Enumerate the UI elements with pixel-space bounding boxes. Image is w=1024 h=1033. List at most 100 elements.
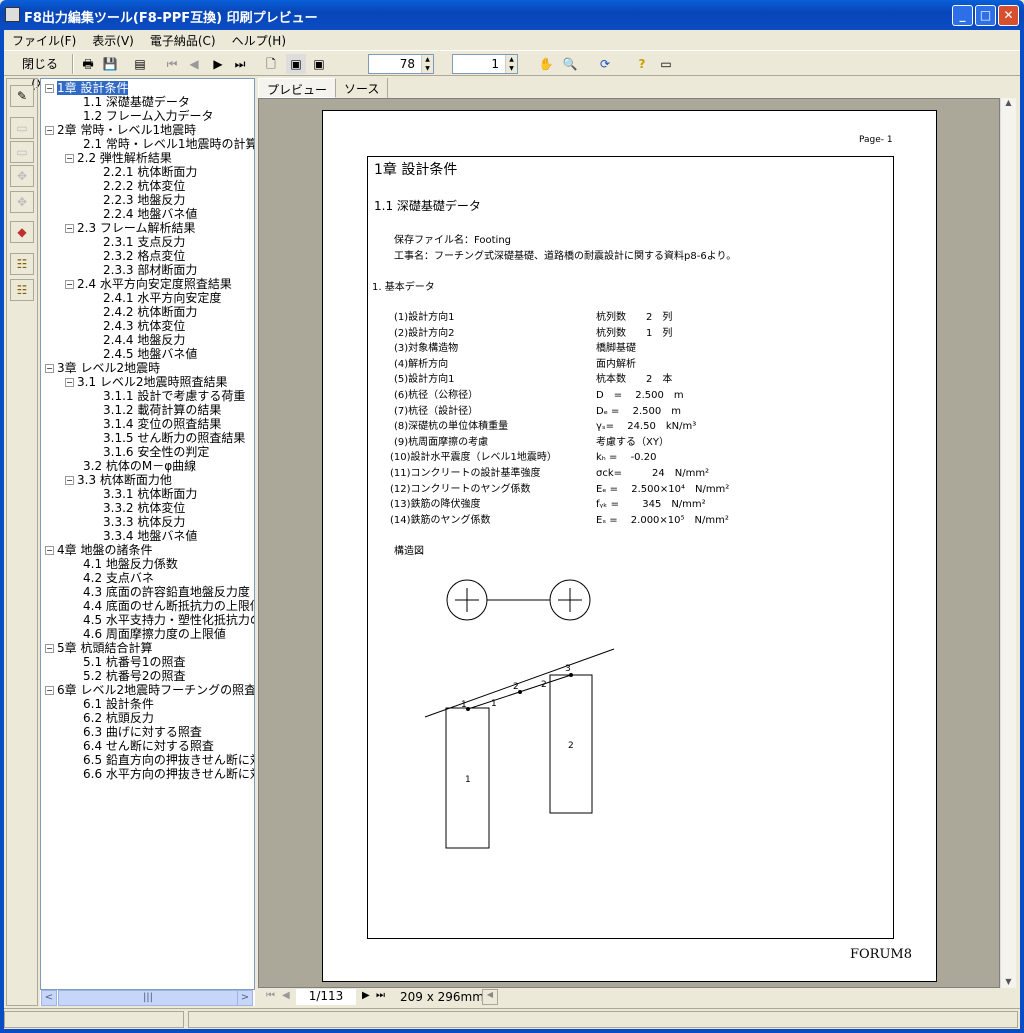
tree-item[interactable]: 3.1.6 安全性の判定: [103, 445, 209, 459]
export-icon[interactable]: ▤: [130, 54, 150, 74]
tree-item[interactable]: −6章 レベル2地震時フーチングの照査: [45, 683, 254, 697]
tree-item[interactable]: 1.2 フレーム入力データ: [83, 109, 214, 123]
tree-item[interactable]: 1.1 深礎基礎データ: [83, 95, 190, 109]
collapse-icon[interactable]: −: [45, 546, 54, 555]
tab-source[interactable]: ソース: [336, 78, 389, 98]
scroll-down-icon[interactable]: ▼: [1001, 977, 1016, 986]
scroll-up-icon[interactable]: ▲: [1001, 98, 1016, 107]
tree-item[interactable]: 2.4.1 水平方向安定度: [103, 291, 221, 305]
tree-item[interactable]: 2.2.1 杭体断面力: [103, 165, 197, 179]
tree-item[interactable]: 3.3.4 地盤バネ値: [103, 529, 197, 543]
close-window-button[interactable]: ✕: [998, 5, 1019, 26]
collapse-icon[interactable]: −: [65, 224, 74, 233]
nav-last-icon[interactable]: ⏭: [376, 990, 385, 1001]
tree-item[interactable]: 6.1 設計条件: [83, 697, 154, 711]
tree-item[interactable]: 3.3.1 杭体断面力: [103, 487, 197, 501]
scroll-right-icon[interactable]: >: [237, 990, 253, 1006]
preview-vertical-scrollbar[interactable]: ▲ ▼: [1000, 98, 1016, 988]
fit-width-icon[interactable]: ▣: [310, 54, 328, 74]
zoom-input[interactable]: 78 ▲ ▼: [368, 54, 434, 74]
tree-item[interactable]: −5章 杭頭結合計算: [45, 641, 152, 655]
minimize-button[interactable]: _: [952, 5, 973, 26]
last-page-icon[interactable]: ⏭: [232, 54, 248, 74]
tree-item[interactable]: 3.3.2 杭体変位: [103, 501, 185, 515]
tree-item[interactable]: −2章 常時・レベル1地震時: [45, 123, 196, 137]
tree-item[interactable]: 6.3 曲げに対する照査: [83, 725, 202, 739]
tree-item[interactable]: 2.4.5 地盤バネ値: [103, 347, 197, 361]
tree-item[interactable]: 3.3.3 杭体反力: [103, 515, 185, 529]
tree-item[interactable]: 2.2.3 地盤反力: [103, 193, 185, 207]
print-icon[interactable]: 🖶: [78, 54, 98, 74]
tree-item[interactable]: 3.1.4 変位の照査結果: [103, 417, 221, 431]
outline-tree[interactable]: −1章 設計条件 1.1 深礎基礎データ 1.2 フレーム入力データ −2章 常時・レ…: [40, 78, 255, 990]
prev-page-icon[interactable]: ◀: [186, 54, 202, 74]
collapse-icon[interactable]: −: [45, 364, 54, 373]
tree-item[interactable]: 4.3 底面の許容鉛直地盤反力度: [83, 585, 250, 599]
tree-item[interactable]: 2.4.4 地盤反力: [103, 333, 185, 347]
tree-edit-icon[interactable]: ✥: [10, 191, 34, 213]
nav-page-field[interactable]: 1/113: [296, 989, 356, 1005]
tree-item[interactable]: 4.5 水平支持力・塑性化抵抗力の: [83, 613, 254, 627]
tree-item[interactable]: 2.3.1 支点反力: [103, 235, 185, 249]
collapse-icon[interactable]: −: [65, 476, 74, 485]
refresh-icon[interactable]: ⟳: [596, 54, 614, 74]
nav-scroll-left-icon[interactable]: ◀: [482, 989, 498, 1005]
next-page-icon[interactable]: ▶: [210, 54, 226, 74]
zoom-stepper[interactable]: ▲ ▼: [421, 55, 433, 73]
pen-icon[interactable]: ✎: [10, 85, 34, 107]
tree-item[interactable]: 4.6 周面摩擦力度の上限値: [83, 627, 226, 641]
scroll-left-icon[interactable]: <: [41, 990, 57, 1006]
collapse-icon[interactable]: −: [65, 154, 74, 163]
scroll-thumb[interactable]: |||: [58, 990, 238, 1006]
edit-icon[interactable]: ▭: [10, 117, 34, 139]
page-input[interactable]: 1 ▲ ▼: [452, 54, 518, 74]
collapse-icon[interactable]: −: [45, 84, 54, 93]
collapse-icon[interactable]: −: [65, 280, 74, 289]
tree-item[interactable]: 2.1 常時・レベル1地震時の計算: [83, 137, 254, 151]
tree-icon[interactable]: ☷: [10, 253, 34, 275]
nav-prev-icon[interactable]: ◀: [282, 990, 290, 1001]
tree-item[interactable]: 6.5 鉛直方向の押抜きせん断に対: [83, 753, 254, 767]
page-stepper[interactable]: ▲ ▼: [505, 55, 517, 73]
tree-item[interactable]: 2.3.3 部材断面力: [103, 263, 197, 277]
menu-file[interactable]: ファイル(F): [4, 30, 84, 48]
tree-item[interactable]: 6.2 杭頭反力: [83, 711, 154, 725]
tree-item[interactable]: 2.4.3 杭体変位: [103, 319, 185, 333]
single-page-icon[interactable]: 🗋: [262, 54, 280, 74]
edit2-icon[interactable]: ▭: [10, 141, 34, 163]
collapse-icon[interactable]: −: [45, 126, 54, 135]
fit-page-icon[interactable]: ▣: [286, 54, 306, 74]
tree-horizontal-scrollbar[interactable]: < ||| >: [40, 990, 255, 1006]
nav-next-icon[interactable]: ▶: [362, 990, 370, 1001]
tree-expand-icon[interactable]: ☷: [10, 279, 34, 301]
tree-item[interactable]: 2.2.2 杭体変位: [103, 179, 185, 193]
first-page-icon[interactable]: ⏮: [164, 54, 180, 74]
tab-preview[interactable]: プレビュー: [258, 78, 337, 98]
menu-view[interactable]: 表示(V): [84, 30, 142, 48]
info-icon[interactable]: ▭: [656, 54, 676, 74]
tree-item[interactable]: −2.3 フレーム解析結果: [65, 221, 196, 235]
move-icon[interactable]: ✥: [10, 165, 34, 187]
tree-item[interactable]: −1章 設計条件: [45, 81, 129, 95]
tree-item[interactable]: 3.1.1 設計で考慮する荷重: [103, 389, 245, 403]
tree-item[interactable]: −3.1 レベル2地震時照査結果: [65, 375, 228, 389]
tree-item[interactable]: −3.3 杭体断面力他: [65, 473, 172, 487]
tree-item[interactable]: 3.1.2 載荷計算の結果: [103, 403, 221, 417]
collapse-icon[interactable]: −: [65, 378, 74, 387]
tree-item[interactable]: −4章 地盤の諸条件: [45, 543, 152, 557]
close-button[interactable]: 閉じる(X): [14, 54, 66, 91]
tree-item[interactable]: 6.6 水平方向の押抜きせん断に対: [83, 767, 254, 781]
color-icon[interactable]: ◆: [10, 221, 34, 243]
tree-item[interactable]: 4.2 支点バネ: [83, 571, 154, 585]
tree-item[interactable]: 2.4.2 杭体断面力: [103, 305, 197, 319]
collapse-icon[interactable]: −: [45, 686, 54, 695]
collapse-icon[interactable]: −: [45, 644, 54, 653]
tree-item[interactable]: 4.1 地盤反力係数: [83, 557, 178, 571]
tree-item[interactable]: 5.1 杭番号1の照査: [83, 655, 186, 669]
maximize-button[interactable]: □: [975, 5, 996, 26]
menu-electronic-delivery[interactable]: 電子納品(C): [142, 30, 224, 48]
magnifier-icon[interactable]: 🔍: [560, 54, 580, 74]
tree-item[interactable]: 5.2 杭番号2の照査: [83, 669, 186, 683]
tree-item[interactable]: −2.4 水平方向安定度照査結果: [65, 277, 232, 291]
tree-item[interactable]: 3.1.5 せん断力の照査結果: [103, 431, 245, 445]
